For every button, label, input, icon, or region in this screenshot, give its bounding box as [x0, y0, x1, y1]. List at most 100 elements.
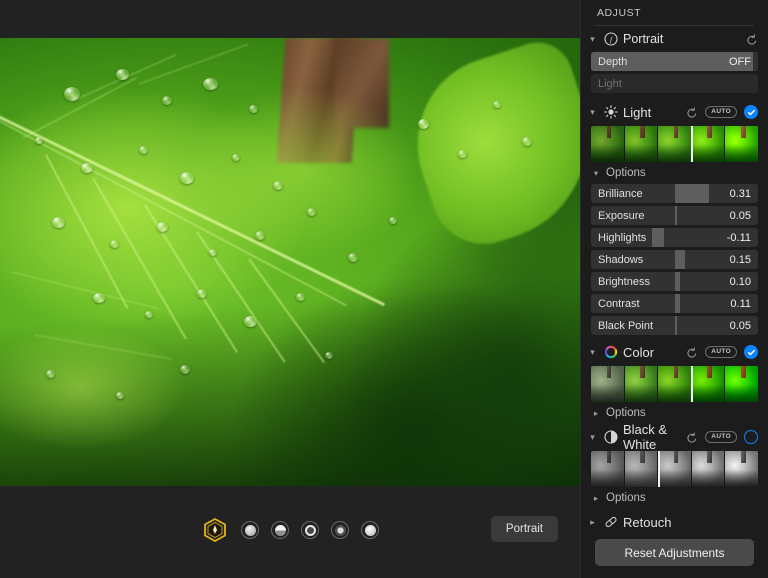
- slider-value: 0.05: [729, 319, 751, 332]
- auto-badge-color[interactable]: AUTO: [705, 346, 737, 358]
- black-and-white-options-toggle[interactable]: ▸ Options: [581, 487, 768, 509]
- color-options-toggle[interactable]: ▸ Options: [581, 402, 768, 424]
- adjust-panel: ADJUST ▾ f Portrait Depth OFF Light ▾ Li…: [580, 0, 768, 578]
- light-thumb[interactable]: [690, 126, 725, 162]
- reset-light-icon[interactable]: [686, 106, 698, 118]
- slider-brilliance[interactable]: Brilliance 0.31: [591, 184, 758, 203]
- section-header-color[interactable]: ▾ Color AUTO: [581, 339, 768, 365]
- filter-studio-light[interactable]: [271, 521, 289, 539]
- chevron-right-icon[interactable]: ▸: [591, 494, 601, 503]
- color-strip-marker[interactable]: [691, 366, 694, 402]
- color-thumb[interactable]: [623, 366, 658, 402]
- filter-contour-light[interactable]: [301, 521, 319, 539]
- color-options-label: Options: [606, 407, 646, 419]
- slider-shadows[interactable]: Shadows 0.15: [591, 250, 758, 269]
- slider-label: Black Point: [598, 319, 654, 332]
- light-options-label: Options: [606, 167, 646, 179]
- aperture-f-icon: f: [603, 32, 618, 47]
- section-label-light: Light: [623, 104, 652, 120]
- slider-label: Shadows: [598, 253, 644, 266]
- slider-label: Contrast: [598, 297, 640, 310]
- image-viewer: Portrait: [0, 0, 580, 578]
- photo-canvas[interactable]: [0, 38, 580, 486]
- filter-stage-light[interactable]: [331, 521, 349, 539]
- section-label-color: Color: [623, 344, 655, 360]
- black-and-white-enabled-toggle[interactable]: [744, 430, 758, 444]
- portrait-toggle-button[interactable]: Portrait: [490, 516, 558, 542]
- light-thumb[interactable]: [724, 126, 758, 162]
- slider-value: 0.15: [729, 253, 751, 266]
- slider-label: Highlights: [598, 231, 647, 244]
- section-header-light[interactable]: ▾ Light AUTO: [581, 99, 768, 125]
- portrait-depth-slider[interactable]: Depth OFF: [591, 52, 758, 71]
- slider-exposure[interactable]: Exposure 0.05: [591, 206, 758, 225]
- slider-highlights[interactable]: Highlights -0.11: [591, 228, 758, 247]
- color-preview-strip[interactable]: [591, 366, 758, 402]
- chevron-down-icon[interactable]: ▾: [587, 107, 598, 117]
- slider-label: Exposure: [598, 209, 645, 222]
- color-wheel-icon: [603, 345, 618, 360]
- slider-value: 0.10: [729, 275, 751, 288]
- light-thumb[interactable]: [623, 126, 658, 162]
- slider-contrast[interactable]: Contrast 0.11: [591, 294, 758, 313]
- section-header-retouch[interactable]: ▸ Retouch: [581, 509, 768, 535]
- reset-color-icon[interactable]: [686, 346, 698, 358]
- filter-natural-light[interactable]: [241, 521, 259, 539]
- slider-black-point[interactable]: Black Point 0.05: [591, 316, 758, 335]
- photo-image: [0, 38, 580, 486]
- portrait-depth-label: Depth: [598, 55, 628, 68]
- light-sliders: Brilliance 0.31 Exposure 0.05 Highlights…: [581, 184, 768, 335]
- chevron-down-icon[interactable]: ▾: [591, 169, 601, 178]
- section-header-black-and-white[interactable]: ▾ Black & White AUTO: [581, 422, 768, 452]
- contrast-circle-icon: [603, 430, 618, 445]
- viewer-bottom-toolbar: Portrait: [0, 486, 580, 578]
- light-thumb[interactable]: [591, 126, 624, 162]
- panel-title: ADJUST: [597, 7, 642, 19]
- light-options-toggle[interactable]: ▾ Options: [581, 162, 768, 184]
- light-preview-strip[interactable]: [591, 126, 758, 162]
- portrait-depth-value: OFF: [729, 55, 751, 68]
- chevron-right-icon[interactable]: ▸: [591, 409, 601, 418]
- bw-strip-marker[interactable]: [657, 451, 660, 487]
- chevron-down-icon[interactable]: ▾: [587, 34, 598, 44]
- bw-thumb[interactable]: [690, 451, 725, 487]
- photo-editor-window: Portrait ADJUST ▾ f Portrait Depth OFF L…: [0, 0, 768, 578]
- portrait-lighting-cube-icon[interactable]: [201, 516, 229, 544]
- color-thumb[interactable]: [724, 366, 758, 402]
- bw-thumb[interactable]: [657, 451, 691, 487]
- reset-adjustments-button[interactable]: Reset Adjustments: [595, 539, 754, 566]
- portrait-light-slider: Light: [591, 74, 758, 93]
- svg-text:f: f: [609, 35, 612, 44]
- color-thumb[interactable]: [657, 366, 691, 402]
- light-enabled-checkmark[interactable]: [744, 105, 758, 119]
- color-enabled-checkmark[interactable]: [744, 345, 758, 359]
- light-strip-marker[interactable]: [691, 126, 694, 162]
- chevron-right-icon[interactable]: ▸: [587, 517, 598, 527]
- slider-value: 0.11: [730, 297, 751, 310]
- slider-brightness[interactable]: Brightness 0.10: [591, 272, 758, 291]
- reset-black-and-white-icon[interactable]: [686, 431, 698, 443]
- color-thumb[interactable]: [591, 366, 624, 402]
- light-thumb[interactable]: [657, 126, 691, 162]
- bw-thumb[interactable]: [724, 451, 758, 487]
- slider-label: Brilliance: [598, 187, 643, 200]
- portrait-light-label: Light: [598, 77, 622, 90]
- sun-icon: [603, 105, 618, 120]
- chevron-down-icon[interactable]: ▾: [587, 347, 598, 357]
- section-label-retouch: Retouch: [623, 514, 672, 530]
- color-thumb[interactable]: [690, 366, 725, 402]
- section-label-portrait: Portrait: [623, 32, 664, 46]
- black-and-white-preview-strip[interactable]: [591, 451, 758, 487]
- section-header-portrait[interactable]: ▾ f Portrait: [581, 26, 768, 52]
- bw-thumb[interactable]: [623, 451, 658, 487]
- bandage-icon: [603, 515, 618, 530]
- auto-badge-black-and-white[interactable]: AUTO: [705, 431, 737, 443]
- auto-badge-light[interactable]: AUTO: [705, 106, 737, 118]
- slider-label: Brightness: [598, 275, 650, 288]
- bw-thumb[interactable]: [591, 451, 624, 487]
- filter-stage-light-mono[interactable]: [361, 521, 379, 539]
- slider-value: -0.11: [726, 231, 751, 244]
- section-label-black-and-white: Black & White: [623, 422, 668, 452]
- reset-portrait-icon[interactable]: [746, 33, 758, 45]
- chevron-down-icon[interactable]: ▾: [587, 432, 598, 442]
